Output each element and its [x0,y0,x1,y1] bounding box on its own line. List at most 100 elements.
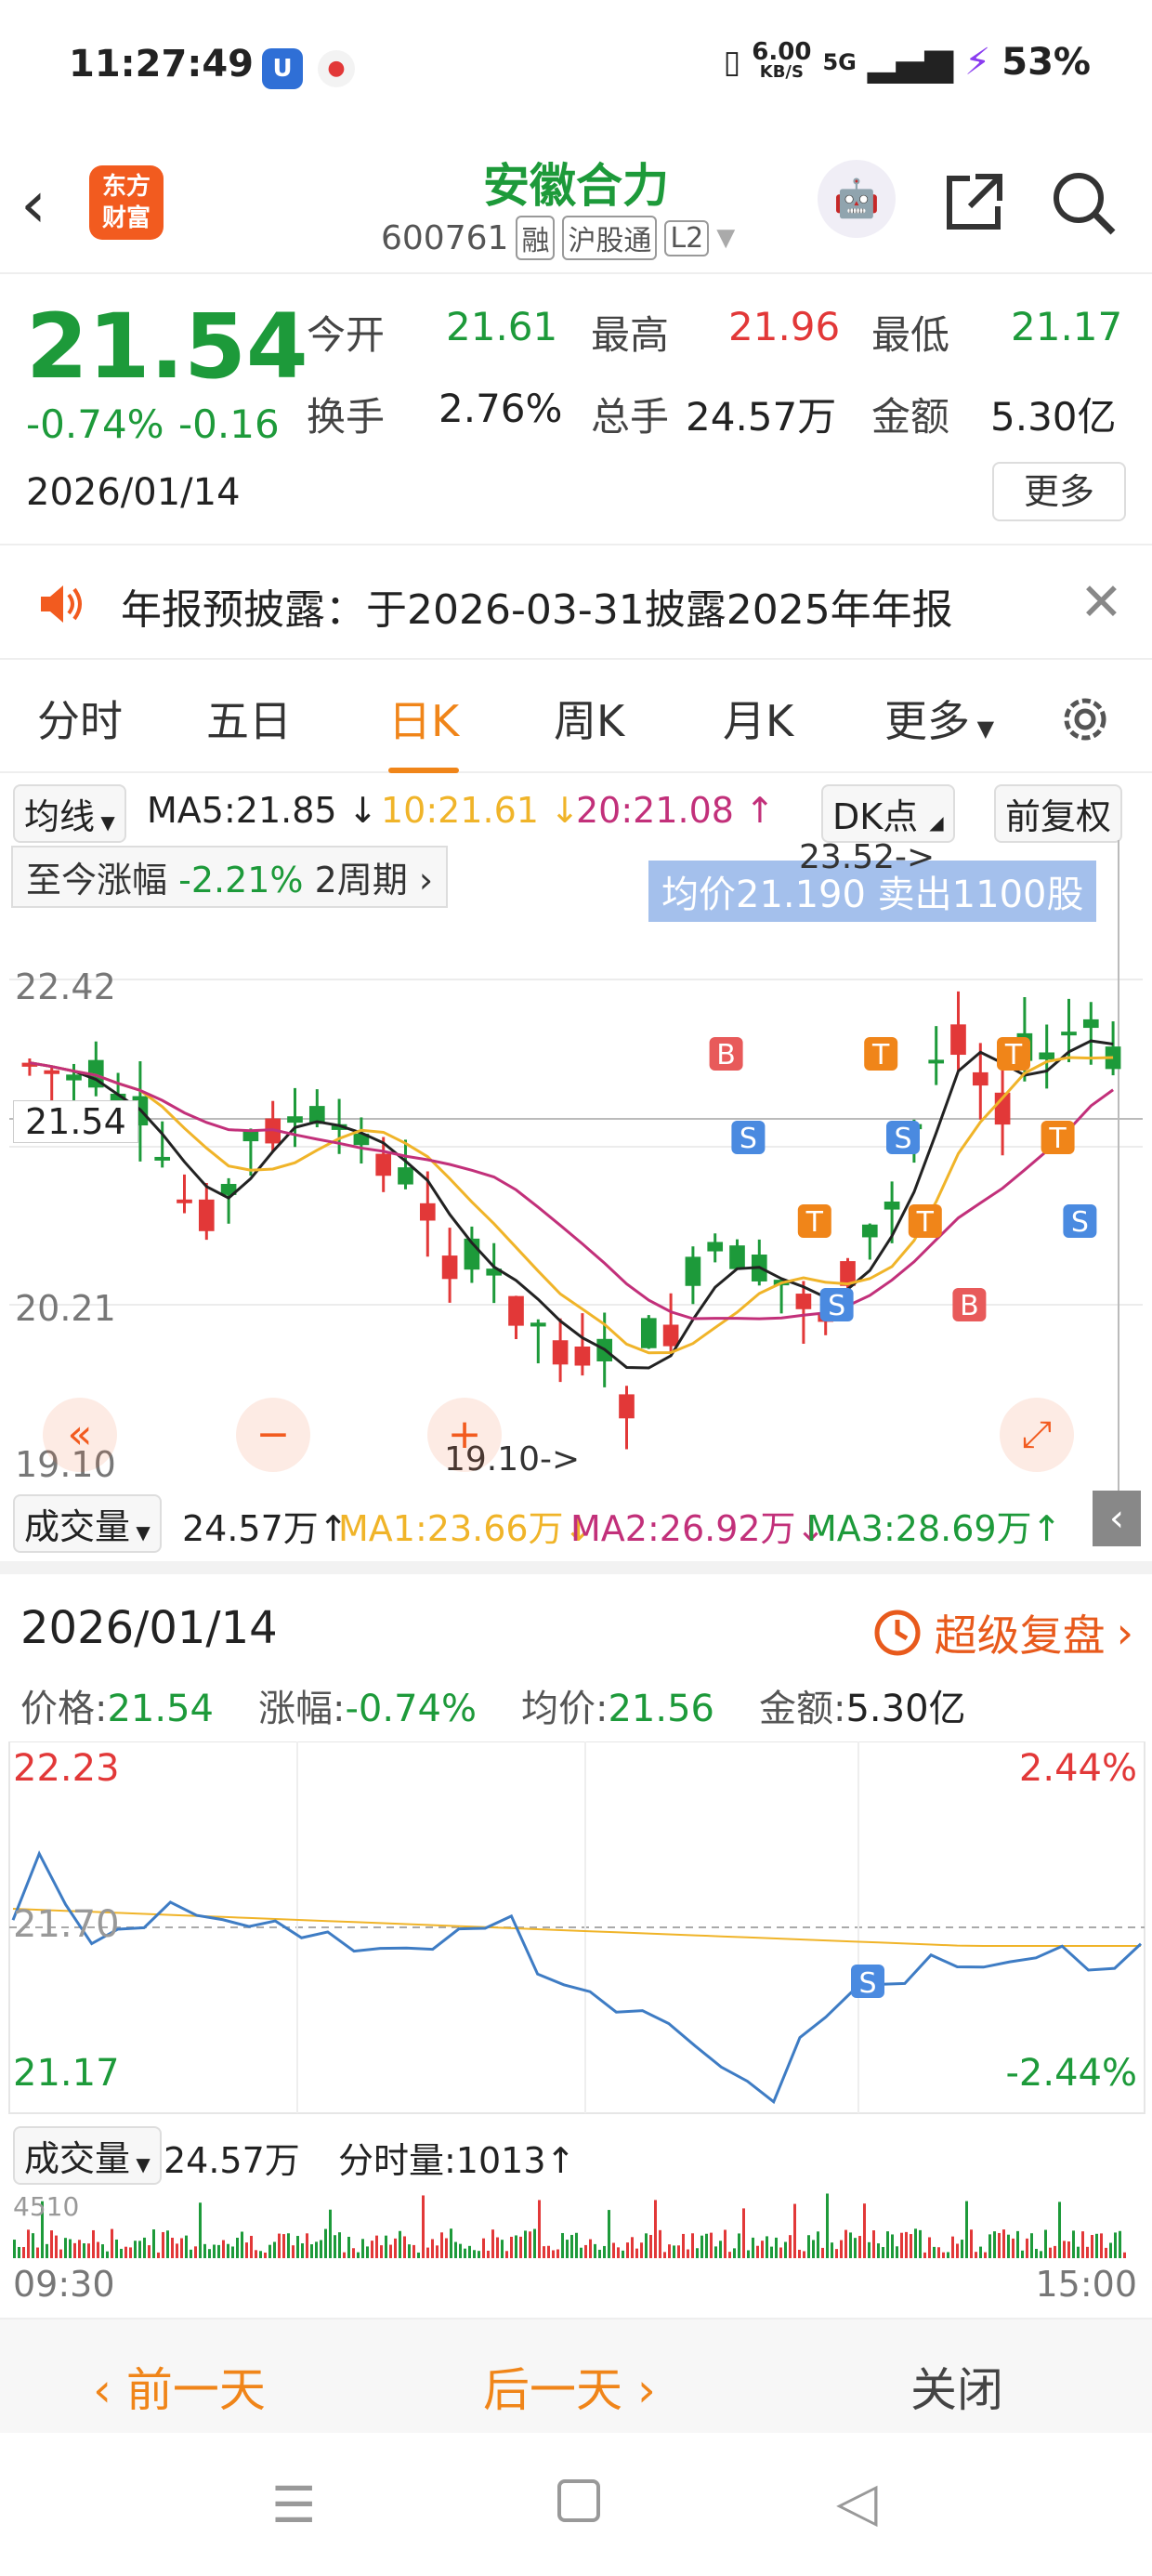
volume-bar [1002,2229,1005,2258]
tab-five-day[interactable]: 五日 [206,688,292,749]
vibrate-icon: ▯ [723,44,741,81]
prev-day-button[interactable]: ‹ 前一天 [93,2353,266,2420]
next-day-button[interactable]: 后一天 › [483,2353,656,2420]
fullscreen-icon[interactable]: ⤢ [1000,1398,1074,1472]
volume-bar [445,2238,448,2258]
close-button[interactable]: 关闭 [910,2353,1003,2420]
volume-bar [129,2247,132,2258]
volume-bar [97,2241,99,2258]
ai-assistant-icon[interactable]: 🤖 [818,160,896,238]
super-replay-link[interactable]: 超级复盘 › [871,1602,1133,1663]
tab-weekly-k[interactable]: 周K [554,688,624,749]
volume-bar [622,2250,624,2258]
volume-legend-row: 成交量 ▼ 24.57万↑ MA1:23.66万↓ MA2:26.92万↓ MA… [0,1491,1152,1553]
dropdown-triangle-icon: ▼ [95,811,115,834]
volume-bar [896,2246,898,2258]
volume-bar [831,2242,833,2258]
tab-daily-k[interactable]: 日K [388,688,460,773]
volume-bar [900,2232,903,2258]
candle-body [574,1347,591,1366]
low-value: 21.17 [1011,304,1123,349]
turnover-value: 2.76% [439,386,563,431]
zoom-out-button[interactable]: − [236,1398,310,1472]
home-icon[interactable] [557,2479,600,2522]
volume-bar [910,2234,912,2258]
volume-bar [654,2200,657,2258]
amount-label: 金额 [871,394,950,440]
intraday-chart[interactable]: S 22.23 2.44% 21.70 21.17 -2.44% 成交量 ▼ 2… [0,1741,1152,2305]
volume-bar [649,2234,652,2258]
volume-bar [993,2231,996,2258]
volume-bar [454,2241,457,2258]
volume-bar [863,2203,866,2258]
volume-bar [306,2233,308,2258]
volume-bar [752,2237,754,2258]
volume-bar [264,2252,267,2258]
range-change-value: -2.21% [178,860,304,900]
more-button[interactable]: 更多 [992,462,1126,521]
range-change-pill[interactable]: 至今涨幅 -2.21% 2周期 › [11,846,449,908]
volume-bar [36,2247,39,2258]
volume-bar [250,2235,253,2258]
volume-bar [747,2250,750,2258]
trade-marker-text: S [894,1123,911,1155]
app-notification-icon: U [262,48,303,89]
volume-bar [965,2201,968,2258]
adjust-selector[interactable]: 前复权 [994,784,1123,843]
candle-body [1039,1052,1055,1060]
volume-bar [343,2252,346,2258]
volume-bar [877,2243,880,2258]
volume-bar [807,2235,810,2258]
intraday-volume-selector[interactable]: 成交量 ▼ [13,2126,162,2185]
trade-marker-text: T [805,1206,824,1239]
ma-selector[interactable]: 均线 ▼ [13,784,126,843]
kline-chart[interactable]: BSTSTSTBTTS 至今涨幅 -2.21% 2周期 › 均价21.190 卖… [0,838,1152,1546]
volume-bar [255,2250,257,2258]
volume-bar [273,2241,276,2258]
volume-bar [984,2252,987,2258]
volume-bar [575,2232,578,2258]
search-icon[interactable] [1048,167,1119,238]
volume-bar [50,2230,53,2258]
dk-point-selector[interactable]: DK点 ◢ [821,784,955,843]
gear-icon[interactable] [1055,690,1115,749]
stock-subtitle[interactable]: 600761 融 沪股通 L2 ▼ [381,216,735,260]
stock-code: 600761 [381,218,509,257]
volume-bar [882,2247,884,2258]
volume-bar [645,2233,648,2258]
trade-marker: T [864,1037,898,1071]
volume-bar [111,2228,113,2258]
zoom-in-button[interactable]: + [427,1398,502,1472]
moving-average-line [29,1039,1114,1370]
volume-bar [501,2240,504,2258]
volume-bar [1091,2235,1093,2258]
volume-bar [640,2242,643,2258]
detail-avg: 均价:21.56 [521,1688,714,1730]
share-icon[interactable] [938,167,1009,238]
volume-bar [687,2249,689,2258]
candle-body [398,1167,413,1185]
volume-bar [152,2229,155,2258]
tab-monthly-k[interactable]: 月K [723,688,793,749]
notice-bar[interactable]: 年报预披露：于2026-03-31披露2025年年报 ✕ [0,548,1152,660]
candle-body [884,1201,900,1210]
close-icon[interactable]: ✕ [1080,572,1123,633]
volume-bar [59,2249,62,2258]
volume-bar [124,2246,127,2258]
volume-bar [868,2241,871,2258]
volume-bar [891,2234,894,2258]
scroll-left-button[interactable]: « [43,1398,117,1472]
tab-intraday[interactable]: 分时 [37,688,123,749]
volume-bar [301,2243,304,2258]
volume-bar [148,2245,151,2258]
back-triangle-icon[interactable]: ◁ [836,2470,878,2533]
volume-bar [352,2248,355,2258]
volume-selector[interactable]: 成交量 ▼ [13,1494,162,1553]
volume-label: 总手 [591,394,670,440]
tab-more[interactable]: 更多 ▼ [884,688,994,749]
volume-bar [724,2229,727,2258]
volume-bar [784,2241,787,2258]
status-right: ▯ 6.00 KB/S 5G ▂▄▆ ⚡ 53% [723,40,1091,84]
volume-bar [203,2243,206,2258]
menu-icon[interactable]: ☰ [271,2476,316,2534]
